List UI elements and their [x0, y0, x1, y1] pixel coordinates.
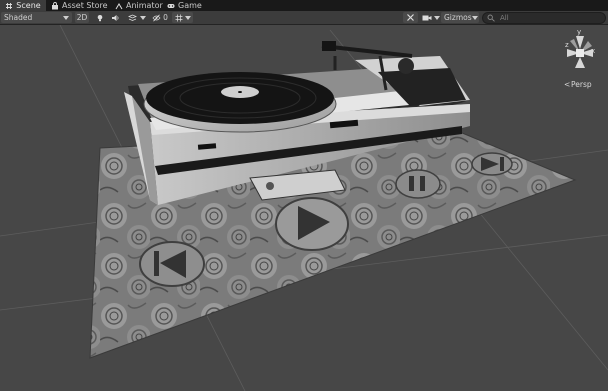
- scene-viewport[interactable]: y x z < Persp: [0, 25, 608, 391]
- tab-asset-store-label: Asset Store: [62, 1, 108, 10]
- light-bulb-icon: [97, 14, 103, 21]
- speaker-icon: [111, 14, 118, 21]
- camera-icon: [422, 15, 431, 20]
- tab-asset-store[interactable]: Asset Store: [51, 0, 108, 11]
- effects-layers-icon: [128, 14, 137, 21]
- shading-mode-label: Shaded: [4, 13, 33, 22]
- shading-mode-dropdown[interactable]: Shaded: [1, 12, 72, 23]
- tab-bar: Scene Asset Store Animator Game: [0, 0, 608, 11]
- next-track-button[interactable]: [471, 152, 513, 176]
- camera-dropdown[interactable]: [421, 12, 440, 23]
- chevron-down-icon: [140, 15, 146, 20]
- tab-animator-label: Animator: [126, 1, 163, 10]
- hidden-count: 0: [163, 13, 168, 22]
- eye-crossed-icon: [152, 14, 161, 21]
- gizmos-label: Gizmos: [444, 13, 472, 22]
- crossed-tools-icon: [407, 14, 414, 21]
- 2d-mode-label: 2D: [76, 13, 88, 22]
- gizmo-x-label: x: [591, 47, 595, 55]
- hidden-objects-toggle[interactable]: 0: [150, 12, 170, 23]
- animator-icon: [115, 2, 123, 9]
- gizmo-z-label: z: [565, 41, 569, 49]
- tab-game[interactable]: Game: [167, 0, 202, 11]
- projection-mode-icon: <: [564, 80, 570, 89]
- gamepad-icon: [167, 3, 175, 8]
- search-icon: [487, 14, 495, 22]
- 2d-mode-toggle[interactable]: 2D: [75, 12, 89, 23]
- scene-search-input[interactable]: All: [482, 12, 606, 24]
- scene-grid-icon: [6, 2, 13, 9]
- projection-label[interactable]: Persp: [571, 80, 592, 89]
- effects-dropdown[interactable]: [125, 12, 149, 23]
- grid-snap-dropdown[interactable]: [172, 12, 193, 23]
- tools-button[interactable]: [403, 12, 418, 23]
- chevron-down-icon: [184, 15, 191, 20]
- asset-store-bag-icon: [52, 1, 58, 9]
- grid-icon: [175, 14, 182, 21]
- gizmos-dropdown[interactable]: Gizmos: [441, 12, 479, 23]
- gizmo-y-label: y: [577, 28, 581, 36]
- pause-button[interactable]: [395, 169, 441, 199]
- tab-scene[interactable]: Scene: [0, 0, 46, 11]
- tab-game-label: Game: [178, 1, 202, 10]
- lighting-toggle[interactable]: [95, 12, 105, 23]
- previous-track-button[interactable]: [139, 241, 205, 287]
- play-button[interactable]: [275, 197, 349, 251]
- chevron-down-icon: [63, 15, 69, 20]
- audio-toggle[interactable]: [109, 12, 121, 23]
- tab-scene-label: Scene: [16, 1, 41, 10]
- search-placeholder: All: [500, 14, 509, 22]
- tab-animator[interactable]: Animator: [115, 0, 163, 11]
- chevron-down-icon: [433, 15, 440, 20]
- chevron-down-icon: [471, 15, 478, 20]
